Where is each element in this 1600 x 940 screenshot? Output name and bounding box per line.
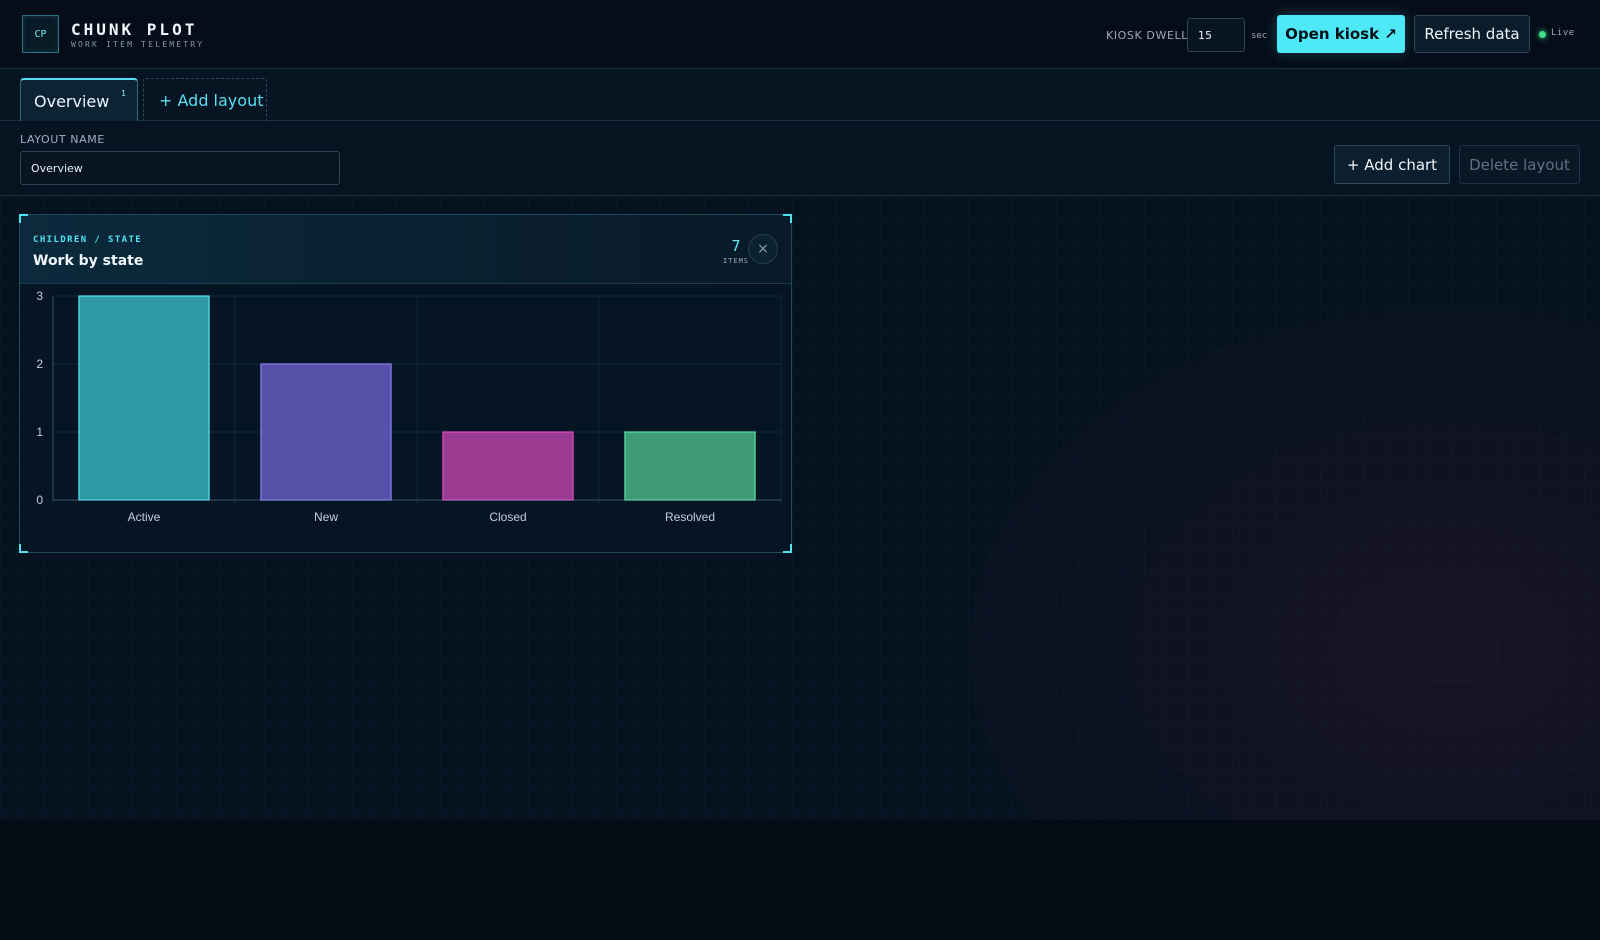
add-chart-button[interactable]: + Add chart — [1334, 145, 1450, 184]
layout-name-label: LAYOUT NAME — [20, 133, 105, 146]
tab-chart-count-badge: 1 — [121, 89, 126, 98]
y-tick-label: 3 — [36, 289, 43, 303]
bar-chart: 0 1 2 3 Active New Closed Resolved — [36, 289, 782, 524]
live-status-dot-icon — [1539, 31, 1546, 38]
x-tick-label: Active — [128, 510, 161, 524]
bar-new — [260, 363, 392, 501]
tab-label: Overview — [34, 92, 110, 111]
chart-title: Work by state — [33, 253, 144, 269]
bar-active — [78, 295, 210, 501]
add-layout-tab[interactable]: + Add layout — [143, 78, 267, 121]
app-root: CP CHUNK PLOT WORK ITEM TELEMETRY KIOSK … — [0, 0, 1600, 820]
brand-name: CHUNK PLOT — [71, 20, 198, 39]
y-tick-label: 2 — [36, 357, 43, 371]
live-status-label: Live — [1551, 28, 1575, 38]
open-kiosk-button[interactable]: Open kiosk ↗ — [1277, 15, 1405, 53]
top-bar: CP CHUNK PLOT WORK ITEM TELEMETRY KIOSK … — [0, 0, 1600, 69]
kiosk-dwell-label: KIOSK DWELL — [1106, 29, 1188, 42]
card-corner-accent — [783, 214, 792, 223]
layout-editor: LAYOUT NAME + Add chart Delete layout — [0, 121, 1600, 196]
x-tick-label: Resolved — [665, 510, 715, 524]
logo: CP — [22, 15, 59, 53]
chart-source-label: CHILDREN / STATE — [33, 235, 143, 245]
bar-resolved — [624, 431, 756, 501]
add-layout-label: + Add layout — [159, 91, 264, 110]
refresh-data-button[interactable]: Refresh data — [1414, 15, 1530, 53]
y-tick-label: 1 — [36, 425, 43, 439]
close-icon[interactable]: × — [748, 234, 778, 264]
brand-subtitle: WORK ITEM TELEMETRY — [71, 40, 205, 49]
x-tick-label: New — [314, 510, 338, 524]
layout-name-input[interactable] — [20, 151, 340, 185]
delete-layout-button[interactable]: Delete layout — [1459, 145, 1580, 184]
card-corner-accent — [783, 544, 792, 553]
chart-item-count-label: ITEMS — [722, 257, 750, 265]
chart-card[interactable]: CHILDREN / STATE Work by state 7 ITEMS ×… — [19, 214, 792, 553]
bar-closed — [442, 431, 574, 501]
kiosk-dwell-input[interactable] — [1187, 18, 1245, 52]
card-corner-accent — [19, 214, 28, 223]
layout-tab-bar: Overview 1 + Add layout — [0, 69, 1600, 121]
card-corner-accent — [19, 544, 28, 553]
y-tick-label: 0 — [36, 493, 43, 507]
kiosk-dwell-unit: sec — [1251, 31, 1268, 41]
x-tick-label: Closed — [489, 510, 526, 524]
tab-overview[interactable]: Overview 1 — [20, 78, 138, 121]
chart-card-header[interactable]: CHILDREN / STATE Work by state 7 ITEMS × — [20, 215, 791, 284]
